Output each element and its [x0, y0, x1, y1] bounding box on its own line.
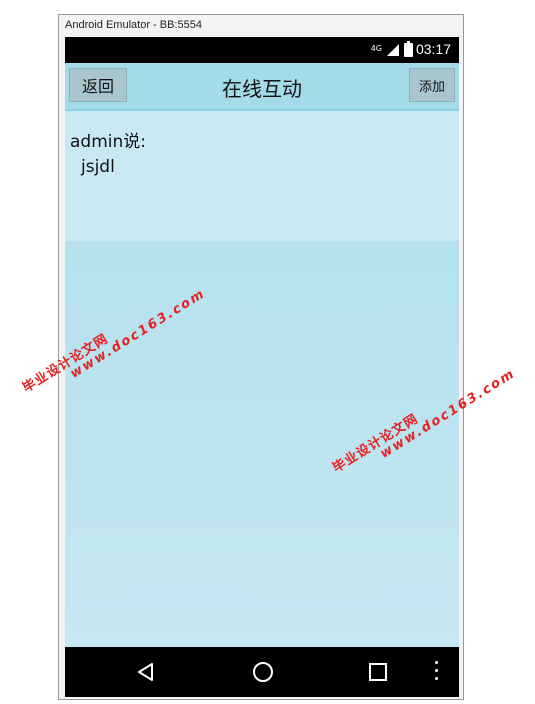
add-button[interactable]: 添加 — [409, 68, 455, 102]
home-circle-icon[interactable] — [253, 662, 273, 682]
menu-dots-icon[interactable] — [435, 661, 439, 683]
recents-square-icon[interactable] — [369, 663, 387, 681]
message-text: jsjdl — [81, 157, 115, 177]
signal-icon — [387, 44, 399, 56]
app-header: 返回 在线互动 添加 — [65, 63, 459, 111]
device-screen: 4G 03:17 返回 在线互动 添加 admin说: jsjdl — [65, 37, 459, 697]
window-title: Android Emulator - BB:5554 — [65, 19, 202, 31]
app-content: 返回 在线互动 添加 admin说: jsjdl — [65, 63, 459, 647]
message-user: admin说: — [70, 132, 146, 152]
navigation-bar — [65, 647, 459, 697]
status-bar: 4G 03:17 — [65, 37, 459, 63]
status-icons: 4G — [370, 41, 413, 57]
network-type-label: 4G — [370, 43, 382, 53]
battery-icon — [404, 41, 413, 57]
message-list-item[interactable]: admin说: jsjdl — [65, 111, 459, 241]
page-title: 在线互动 — [222, 77, 302, 101]
back-triangle-icon[interactable] — [137, 663, 155, 681]
emulator-window: Android Emulator - BB:5554 4G 03:17 返回 在… — [58, 14, 464, 700]
status-time: 03:17 — [415, 41, 451, 57]
